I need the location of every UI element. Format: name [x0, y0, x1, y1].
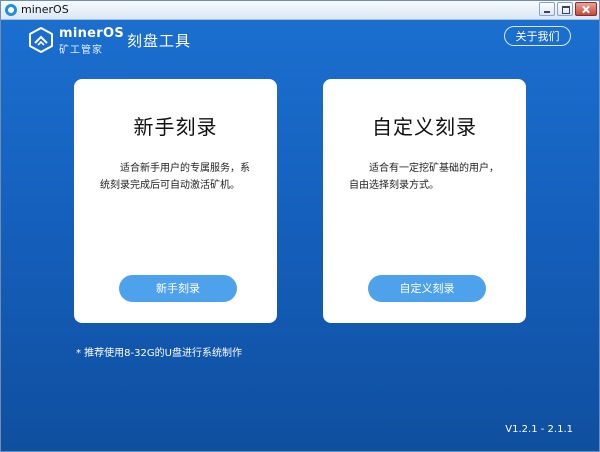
card-description: 适合有一定挖矿基础的用户，自由选择刻录方式。: [349, 163, 499, 191]
page-title: 刻盘工具: [127, 32, 192, 50]
custom-burn-button[interactable]: 自定义刻录: [368, 275, 486, 302]
maximize-button[interactable]: [557, 2, 573, 16]
brand-subtitle: 矿工管家: [59, 45, 103, 56]
usb-tip: * 推荐使用8-32G的U盘进行系统制作: [76, 348, 242, 359]
main-panel: minerOS 矿工管家 刻盘工具 关于我们 新手刻录 适合新手用户的专属服务，…: [1, 20, 599, 451]
close-button[interactable]: [575, 2, 597, 16]
version-label: V1.2.1 - 2.1.1: [505, 424, 573, 435]
app-icon: [5, 4, 17, 16]
card-title: 新手刻录: [133, 115, 218, 139]
minimize-button[interactable]: [539, 2, 555, 16]
title-bar[interactable]: minerOS: [1, 1, 599, 20]
about-us-button[interactable]: 关于我们: [504, 26, 571, 46]
card-custom-burn: 自定义刻录 适合有一定挖矿基础的用户，自由选择刻录方式。 自定义刻录: [323, 79, 526, 323]
card-title: 自定义刻录: [372, 115, 477, 139]
window-controls: [539, 2, 597, 16]
app-window: minerOS minerOS 矿工管家 刻盘工具 关于我们 新手刻录 适合新手…: [0, 0, 600, 452]
window-title: minerOS: [21, 3, 69, 16]
card-description: 适合新手用户的专属服务，系统刻录完成后可自动激活矿机。: [100, 163, 250, 191]
beginner-burn-button[interactable]: 新手刻录: [119, 275, 237, 302]
brand-name: minerOS: [59, 26, 124, 41]
card-beginner-burn: 新手刻录 适合新手用户的专属服务，系统刻录完成后可自动激活矿机。 新手刻录: [74, 79, 277, 323]
logo-icon: [29, 27, 53, 53]
